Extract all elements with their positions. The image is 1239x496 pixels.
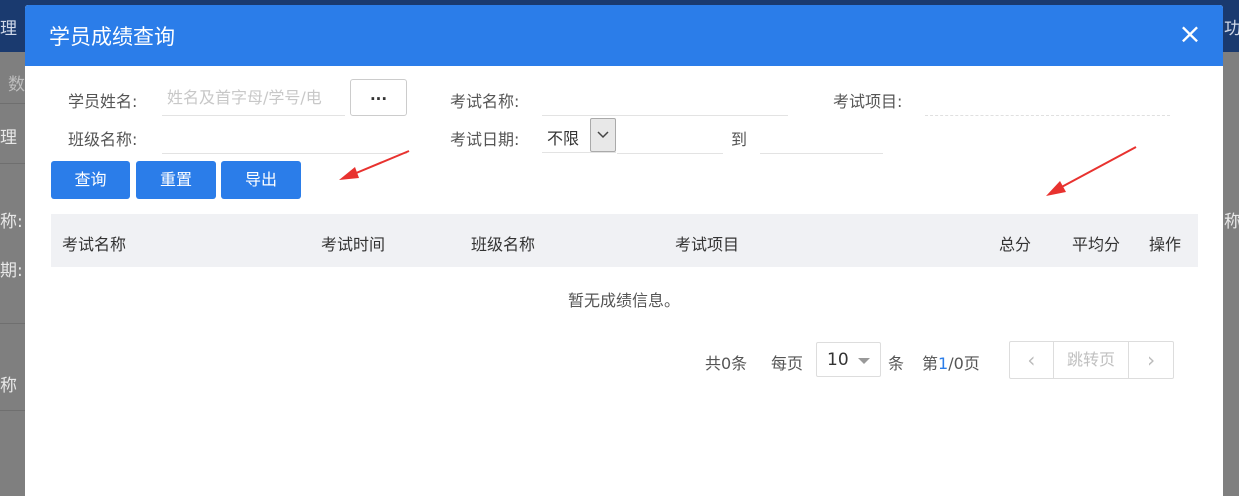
- reset-button[interactable]: 重置: [136, 161, 216, 199]
- page-size-select[interactable]: 10: [816, 342, 881, 377]
- prev-page-icon[interactable]: ‹: [1010, 342, 1054, 378]
- exam-date-label: 考试日期:: [450, 130, 520, 149]
- pager-current-page: 1: [938, 354, 949, 373]
- pager-page-info: 第1/0页: [922, 350, 980, 374]
- column-header-exam-item: 考试项目: [675, 235, 740, 254]
- annotation-arrow-icon: [339, 150, 410, 180]
- exam-item-input[interactable]: [925, 80, 1170, 116]
- column-header-class-name: 班级名称: [471, 235, 536, 254]
- exam-name-input[interactable]: [542, 80, 788, 116]
- background-divider: [0, 163, 25, 164]
- background-text: 数: [8, 75, 25, 95]
- caret-down-icon: [858, 358, 870, 364]
- class-name-label: 班级名称:: [68, 130, 138, 149]
- background-text: 理: [0, 19, 17, 39]
- background-divider: [0, 323, 25, 324]
- pager-per-page-suffix: 条: [888, 354, 905, 373]
- pager-page-prefix: 第: [922, 354, 939, 373]
- background-text: 称: [0, 376, 17, 396]
- column-header-exam-time: 考试时间: [321, 235, 386, 254]
- date-range-select[interactable]: 不限: [542, 118, 616, 153]
- dialog-title: 学员成绩查询: [49, 24, 175, 49]
- student-name-input[interactable]: [162, 80, 345, 116]
- table-header: 考试名称 考试时间 班级名称 考试项目 总分 平均分 操作: [51, 214, 1198, 267]
- pager-total: 共0条: [705, 354, 748, 373]
- student-name-label: 学员姓名:: [68, 92, 138, 111]
- pager-page-suffix: /0页: [948, 354, 980, 373]
- score-query-dialog: 学员成绩查询 × 学员姓名: ... 考试名称: 考试项目: 班级名称: 考试日…: [25, 5, 1223, 496]
- background-text: 功: [1224, 19, 1239, 39]
- next-page-icon[interactable]: ›: [1129, 342, 1173, 378]
- column-header-total-score: 总分: [999, 235, 1032, 254]
- date-range-value: 不限: [547, 129, 580, 148]
- background-divider: [0, 410, 25, 411]
- jump-page-button[interactable]: 跳转页: [1054, 342, 1130, 378]
- dialog-header: 学员成绩查询 ×: [25, 5, 1223, 66]
- background-text: 称:: [0, 212, 23, 232]
- start-date-input[interactable]: [617, 118, 723, 154]
- pager-controls: ‹ 跳转页 ›: [1009, 341, 1174, 379]
- to-label: 到: [731, 130, 748, 149]
- exam-item-label: 考试项目:: [833, 92, 903, 111]
- chevron-down-icon[interactable]: [590, 118, 616, 152]
- exam-name-label: 考试名称:: [450, 92, 520, 111]
- end-date-input[interactable]: [760, 118, 883, 154]
- background-text: 期:: [0, 261, 23, 281]
- empty-table-message: 暂无成绩信息。: [567, 291, 680, 310]
- column-header-exam-name: 考试名称: [62, 235, 127, 254]
- background-text: 理: [0, 128, 17, 148]
- close-icon[interactable]: ×: [1175, 19, 1205, 49]
- student-picker-button[interactable]: ...: [350, 79, 407, 116]
- export-button[interactable]: 导出: [221, 161, 301, 199]
- background-divider: [0, 103, 25, 104]
- background-text: 称: [1224, 212, 1239, 232]
- page-size-value: 10: [827, 350, 849, 370]
- column-header-average-score: 平均分: [1072, 235, 1121, 254]
- column-header-actions: 操作: [1149, 235, 1182, 254]
- annotation-arrow-icon: [1046, 146, 1137, 196]
- pager-per-page-label: 每页: [771, 354, 804, 373]
- query-button[interactable]: 查询: [51, 161, 130, 199]
